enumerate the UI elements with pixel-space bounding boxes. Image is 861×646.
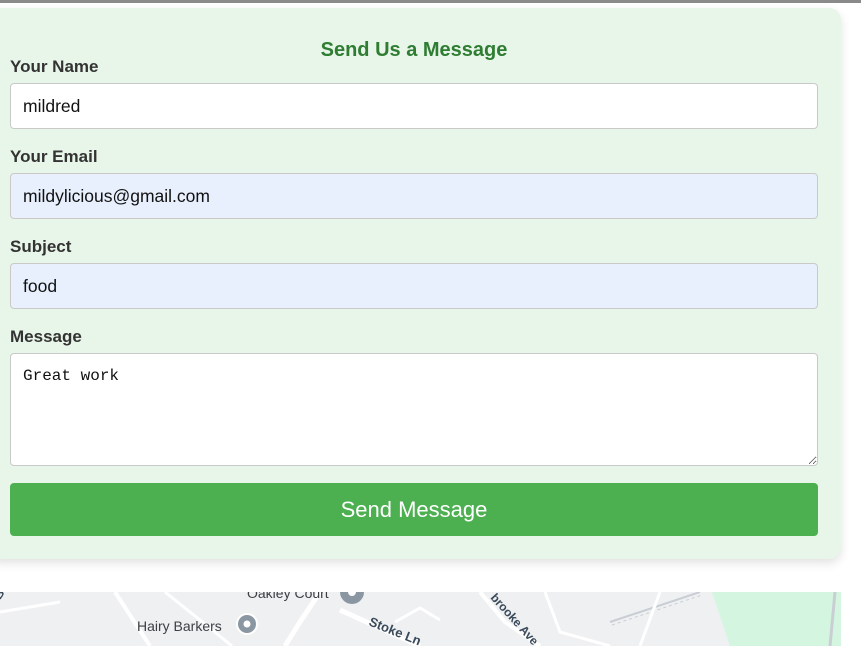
page-margin [841, 592, 861, 646]
map-park-area [712, 592, 841, 646]
name-label: Your Name [10, 57, 99, 76]
subject-input[interactable] [10, 263, 818, 309]
message-label: Message [10, 327, 82, 346]
email-label: Your Email [10, 147, 98, 166]
top-divider [0, 0, 861, 3]
map-label-hairy-barkers[interactable]: Hairy Barkers [137, 618, 222, 634]
contact-form-card: Send Us a Message Your Name Your Email S… [0, 8, 841, 559]
map-road [543, 592, 611, 646]
map-embed[interactable]: Oakley Court Hairy Barkers Stoke Ln broo… [0, 592, 841, 646]
message-textarea[interactable]: Great work [10, 353, 818, 466]
email-input[interactable] [10, 173, 818, 219]
subject-label: Subject [10, 237, 72, 256]
map-road-label-stoke-ln: Stoke Ln [367, 614, 424, 646]
map-road [394, 606, 441, 624]
name-input[interactable] [10, 83, 818, 129]
map-road-label-brooke-ave: brooke Ave [488, 592, 542, 646]
form-title: Send Us a Message [320, 39, 508, 61]
map-road-label-edge: B [0, 592, 8, 602]
map-canvas: Oakley Court Hairy Barkers Stoke Ln broo… [0, 592, 841, 646]
send-message-button[interactable]: Send Message [10, 483, 818, 536]
map-label-oakley-court[interactable]: Oakley Court [247, 592, 329, 601]
map-road [638, 592, 662, 646]
map-road [0, 600, 61, 614]
